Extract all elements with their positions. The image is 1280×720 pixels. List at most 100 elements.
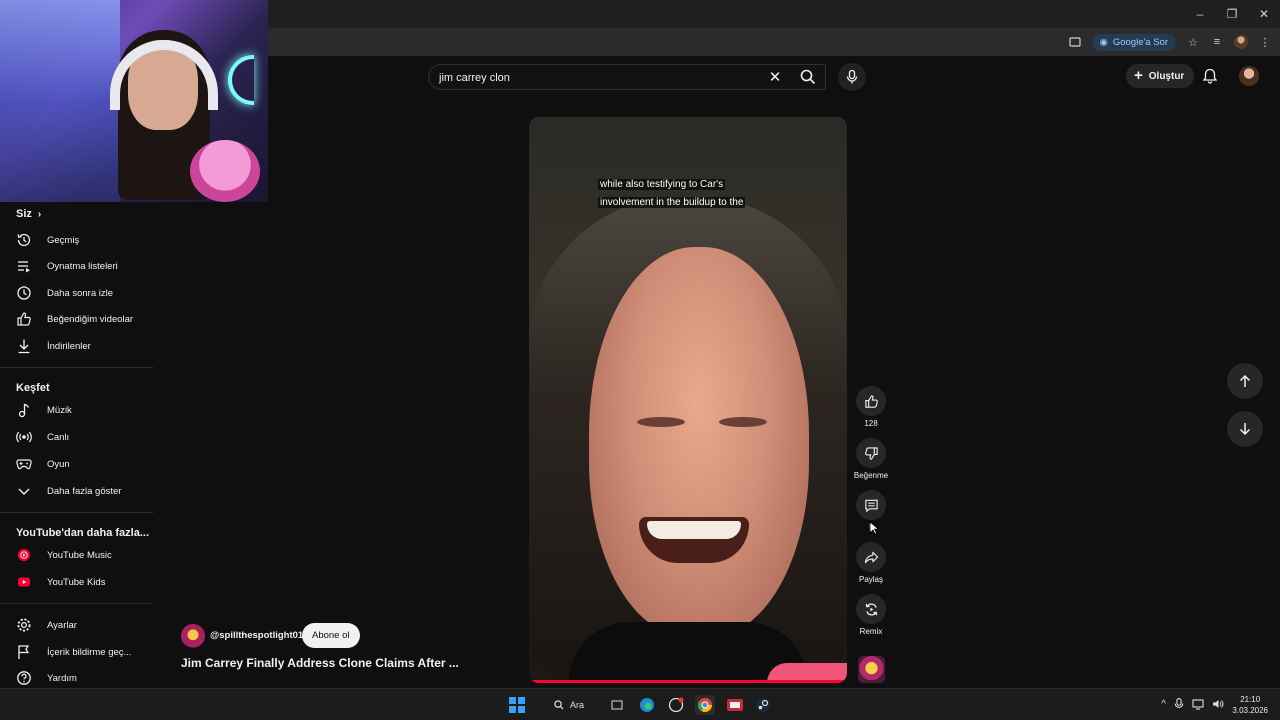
profile-avatar[interactable]	[1234, 35, 1248, 49]
like-button[interactable]	[856, 386, 886, 416]
streaming-app-icon[interactable]	[725, 695, 745, 715]
history-icon	[16, 232, 32, 248]
volume-icon[interactable]	[1212, 698, 1224, 710]
download-icon	[16, 338, 32, 354]
subscribe-button[interactable]: Abone ol	[302, 623, 360, 648]
steam-icon[interactable]	[753, 695, 773, 715]
clock-date: 3.03.2026	[1232, 706, 1268, 715]
display-icon[interactable]	[1192, 698, 1204, 710]
sidebar-explore-header: Keşfet	[16, 382, 50, 394]
create-label: Oluştur	[1148, 70, 1185, 82]
video-progress-bar[interactable]	[529, 680, 847, 683]
remix-label: Remix	[859, 627, 883, 636]
share-button[interactable]	[856, 542, 886, 572]
share-label: Paylaş	[858, 575, 883, 584]
playlist-icon	[16, 258, 32, 274]
toolbar-actions: ◉ Google'a Sor ☆ ≡ ⋮	[1068, 30, 1272, 54]
google-ask-label: Google'a Sor	[1112, 36, 1168, 48]
sidebar-item-report-history[interactable]: İçerik bildirme geç...	[16, 642, 156, 662]
sidebar-divider	[0, 367, 153, 368]
gamepad-icon	[16, 456, 32, 472]
like-action: 128	[852, 386, 890, 428]
sound-channel-thumbnail[interactable]	[858, 656, 885, 683]
channel-avatar[interactable]	[181, 624, 205, 648]
screen: – ❐ ✕ ◉ Google'a Sor ☆ ≡ ⋮ jim carrey cl…	[0, 0, 1280, 720]
bookmark-star-icon[interactable]: ☆	[1186, 35, 1200, 49]
sidebar-item-settings[interactable]: Ayarlar	[16, 615, 156, 635]
sidebar-item-label: Daha fazla göster	[47, 485, 122, 497]
create-button[interactable]: + Oluştur	[1126, 64, 1195, 88]
remix-button[interactable]	[856, 594, 886, 624]
sidebar-item-label: Geçmiş	[47, 234, 80, 246]
chevron-down-icon	[16, 483, 32, 499]
windows-start-icon[interactable]	[509, 697, 525, 713]
sidebar-item-label: Canlı	[47, 431, 70, 443]
next-video-button[interactable]	[1227, 411, 1263, 447]
search-input[interactable]	[439, 69, 759, 87]
taskbar-clock[interactable]: 21:10 3.03.2026	[1232, 694, 1268, 716]
chrome-browser-icon[interactable]	[695, 695, 715, 715]
sidebar-you-header[interactable]: Siz ›	[16, 208, 41, 220]
cast-icon[interactable]	[1068, 35, 1082, 49]
search-button[interactable]	[790, 64, 826, 90]
app-icon[interactable]	[666, 695, 686, 715]
youtube-kids-icon	[16, 574, 32, 590]
webcam-plush-toy	[190, 140, 260, 202]
sidebar-item-playlists[interactable]: Oynatma listeleri	[16, 256, 156, 276]
sidebar-item-live[interactable]: Canlı	[16, 427, 156, 447]
edge-browser-icon[interactable]	[637, 695, 657, 715]
sidebar-item-label: Müzik	[47, 404, 72, 416]
explore-section-title: Keşfet	[16, 382, 50, 394]
sidebar-item-history[interactable]: Geçmiş	[16, 230, 156, 250]
dislike-label: Beğenme	[853, 471, 889, 480]
music-note-icon	[16, 402, 32, 418]
sidebar-item-music[interactable]: Müzik	[16, 400, 156, 420]
remix-action: Remix	[852, 594, 890, 636]
video-title[interactable]: Jim Carrey Finally Address Clone Claims …	[181, 656, 481, 670]
clear-search-icon[interactable]: ✕	[764, 66, 786, 88]
sidebar-divider	[0, 603, 153, 604]
sidebar-item-youtube-music[interactable]: YouTube Music	[16, 545, 156, 565]
comment-icon	[864, 499, 878, 512]
chevron-up-icon[interactable]: ^	[1161, 699, 1166, 710]
microphone-icon[interactable]	[1174, 698, 1184, 710]
restore-button[interactable]: ❐	[1216, 0, 1248, 28]
caption-line-1: while also testifying to Car's	[598, 179, 726, 190]
dislike-button[interactable]	[856, 438, 886, 468]
user-avatar[interactable]	[1239, 66, 1259, 86]
sidebar-item-liked-videos[interactable]: Beğendiğim videolar	[16, 309, 156, 329]
sidebar-item-youtube-kids[interactable]: YouTube Kids	[16, 572, 156, 592]
share-action: Paylaş	[852, 542, 890, 584]
kebab-menu-icon[interactable]: ⋮	[1258, 35, 1272, 49]
google-ask-button[interactable]: ◉ Google'a Sor	[1091, 33, 1176, 51]
sidebar: Siz › Geçmiş Oynatma listeleri Daha sonr…	[0, 202, 160, 688]
sidebar-item-show-more[interactable]: Daha fazla göster	[16, 481, 156, 501]
sidebar-item-gaming[interactable]: Oyun	[16, 454, 156, 474]
sidebar-item-help[interactable]: Yardım	[16, 668, 156, 688]
thumbs-up-icon	[864, 394, 878, 408]
microphone-icon	[846, 70, 858, 84]
taskbar-search[interactable]: Ara	[548, 695, 590, 715]
minimize-button[interactable]: –	[1184, 0, 1216, 28]
plus-icon: +	[1134, 67, 1143, 84]
notifications-button[interactable]	[1201, 67, 1219, 85]
clock-time: 21:10	[1240, 695, 1261, 704]
thumbs-up-icon	[16, 311, 32, 327]
task-view-icon[interactable]	[607, 695, 627, 715]
taskbar-search-label: Ara	[570, 700, 585, 710]
remix-icon	[865, 602, 877, 616]
sidebar-item-label: Oynatma listeleri	[47, 260, 118, 272]
shorts-video-player[interactable]: while also testifying to Car's involveme…	[529, 117, 847, 683]
sidebar-item-downloads[interactable]: İndirilenler	[16, 336, 156, 356]
sidebar-item-watch-later[interactable]: Daha sonra izle	[16, 283, 156, 303]
voice-search-button[interactable]	[838, 63, 866, 91]
previous-video-button[interactable]	[1227, 363, 1263, 399]
sidebar-item-label: YouTube Kids	[47, 576, 106, 588]
mouse-cursor-icon	[869, 521, 879, 535]
channel-handle[interactable]: @spillthespotlight01	[210, 630, 303, 641]
sidebar-item-label: Daha sonra izle	[47, 287, 114, 299]
comments-button[interactable]	[856, 490, 886, 520]
dislike-action: Beğenme	[852, 438, 890, 480]
reading-list-icon[interactable]: ≡	[1210, 35, 1224, 49]
close-window-button[interactable]: ✕	[1248, 0, 1280, 28]
